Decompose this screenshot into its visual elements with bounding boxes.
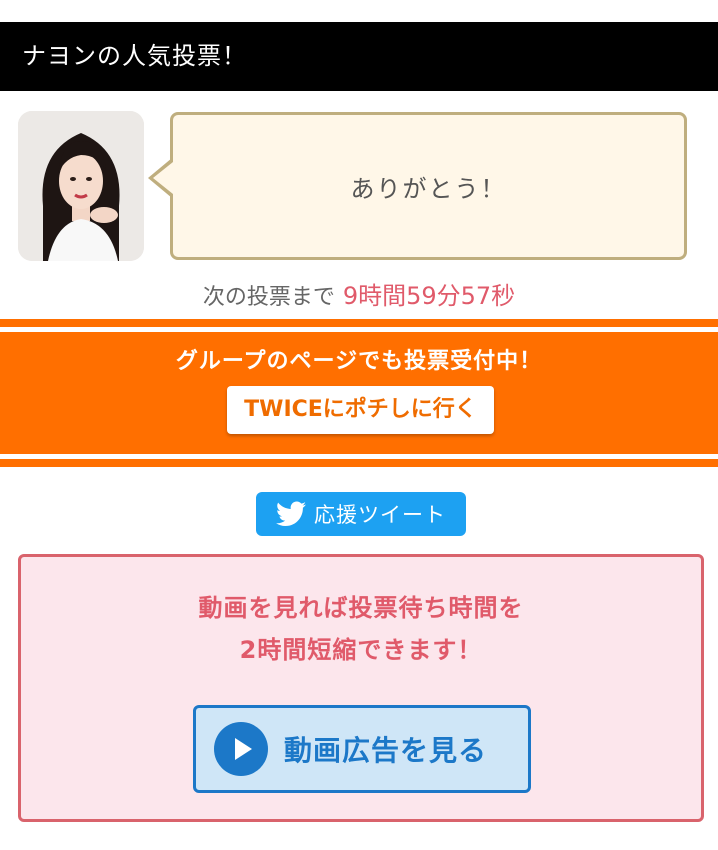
page-title: ナヨンの人気投票！ [0,22,718,91]
countdown-value: 9時間59分57秒 [342,282,516,310]
group-vote-banner: グループのページでも投票受付中！ TWICEにポチしに行く [0,319,718,467]
ad-line-2: 2時間短縮できます！ [239,636,483,664]
tweet-label: 応援ツイート [314,503,446,527]
ad-line-1: 動画を見れば投票待ち時間を [198,594,524,622]
speech-bubble-tail-fill [153,162,173,194]
portrait-image [18,111,144,261]
next-vote-label: 次の投票まで [202,285,335,310]
group-page-button[interactable]: TWICEにポチしに行く [227,386,494,434]
video-ad-panel: 動画を見れば投票待ち時間を 2時間短縮できます！ 動画広告を見る [18,554,704,822]
watch-video-ad-button[interactable]: 動画広告を見る [193,705,531,793]
divider [0,327,718,332]
message-text: ありがとう！ [350,174,507,203]
twitter-bird-icon [276,501,306,526]
avatar [18,111,144,261]
next-vote-timer: 次の投票まで 9時間59分57秒 [0,276,718,310]
ad-description: 動画を見れば投票待ち時間を 2時間短縮できます！ [21,587,701,671]
watch-video-ad-label: 動画広告を見る [284,734,488,767]
group-vote-text: グループのページでも投票受付中！ [175,349,543,374]
tweet-button[interactable]: 応援ツイート [256,492,466,536]
play-icon [214,722,268,776]
divider [0,454,718,459]
speech-bubble: ありがとう！ [170,112,687,260]
